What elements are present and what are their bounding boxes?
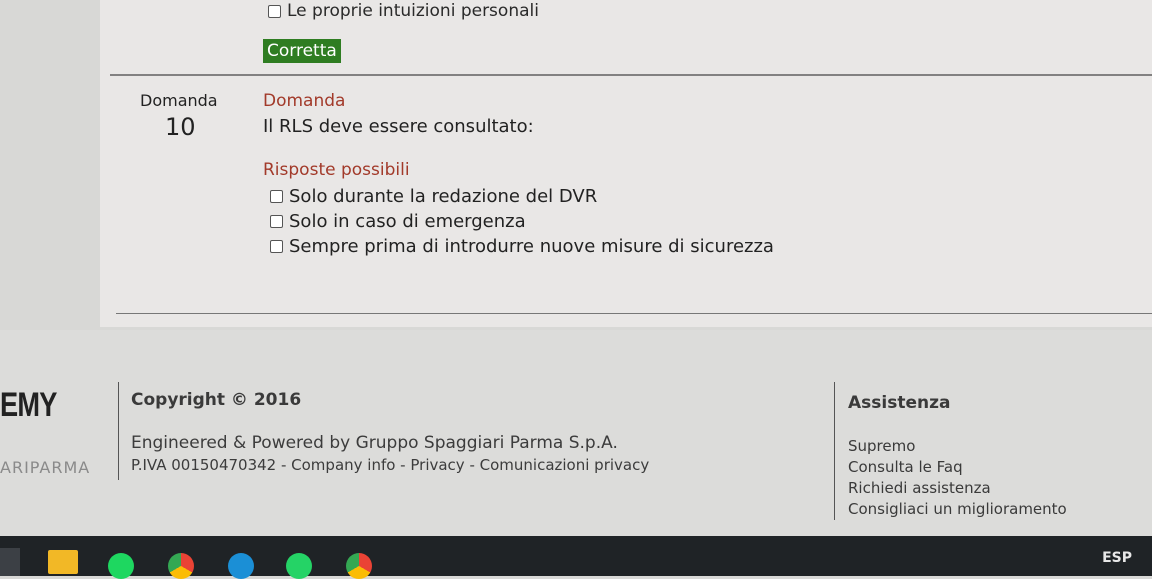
assistance-link[interactable]: Supremo [848, 436, 1067, 457]
question-number: 10 [165, 113, 196, 141]
footer-divider-right [834, 382, 835, 520]
brand-logo: EMY [0, 386, 57, 424]
taskbar: ESP [0, 536, 1152, 579]
checkbox[interactable] [270, 215, 283, 228]
footer-divider-left [118, 382, 119, 480]
chrome-profile-icon[interactable] [346, 553, 372, 579]
answers-heading: Risposte possibili [263, 160, 410, 180]
answer-list: Solo durante la redazione del DVR Solo i… [270, 184, 774, 259]
company-links[interactable]: P.IVA 00150470342 - Company info - Priva… [131, 456, 649, 474]
answer-label: Solo in caso di emergenza [289, 211, 526, 232]
assistance-title: Assistenza [848, 393, 951, 413]
chrome-icon[interactable] [168, 553, 194, 579]
start-button[interactable] [0, 548, 20, 576]
assistance-links: Supremo Consulta le Faq Richiedi assiste… [848, 436, 1067, 520]
assistance-link[interactable]: Consulta le Faq [848, 457, 1067, 478]
question-text: Il RLS deve essere consultato: [263, 116, 534, 137]
quiz-panel [100, 0, 1152, 327]
previous-answer-label: Le proprie intuizioni personali [287, 1, 539, 21]
edge-icon[interactable] [228, 553, 254, 579]
answer-option[interactable]: Solo durante la redazione del DVR [270, 184, 774, 209]
assistance-link[interactable]: Richiedi assistenza [848, 478, 1067, 499]
assistance-link[interactable]: Consigliaci un miglioramento [848, 499, 1067, 520]
answer-label: Sempre prima di introdurre nuove misure … [289, 236, 774, 257]
question-heading: Domanda [263, 91, 346, 111]
checkbox[interactable] [270, 190, 283, 203]
previous-answer-option[interactable]: Le proprie intuizioni personali [268, 0, 539, 22]
spotify-icon[interactable] [108, 553, 134, 579]
tray-language[interactable]: ESP [1102, 550, 1132, 566]
checkbox[interactable] [268, 4, 281, 18]
engineered-by-text: Engineered & Powered by Gruppo Spaggiari… [131, 433, 618, 453]
answer-option[interactable]: Solo in caso di emergenza [270, 209, 774, 234]
file-explorer-icon[interactable] [48, 550, 78, 574]
divider-top [110, 74, 1152, 76]
question-label: Domanda [140, 91, 218, 110]
divider-bottom [116, 313, 1152, 314]
whatsapp-icon[interactable] [286, 553, 312, 579]
checkbox[interactable] [270, 240, 283, 253]
footer: EMY ARIPARMA Copyright © 2016 Engineered… [0, 330, 1152, 536]
status-badge: Corretta [263, 39, 341, 63]
answer-option[interactable]: Sempre prima di introdurre nuove misure … [270, 234, 774, 259]
brand-subtitle: ARIPARMA [0, 458, 91, 477]
answer-label: Solo durante la redazione del DVR [289, 186, 598, 207]
copyright-text: Copyright © 2016 [131, 390, 302, 410]
